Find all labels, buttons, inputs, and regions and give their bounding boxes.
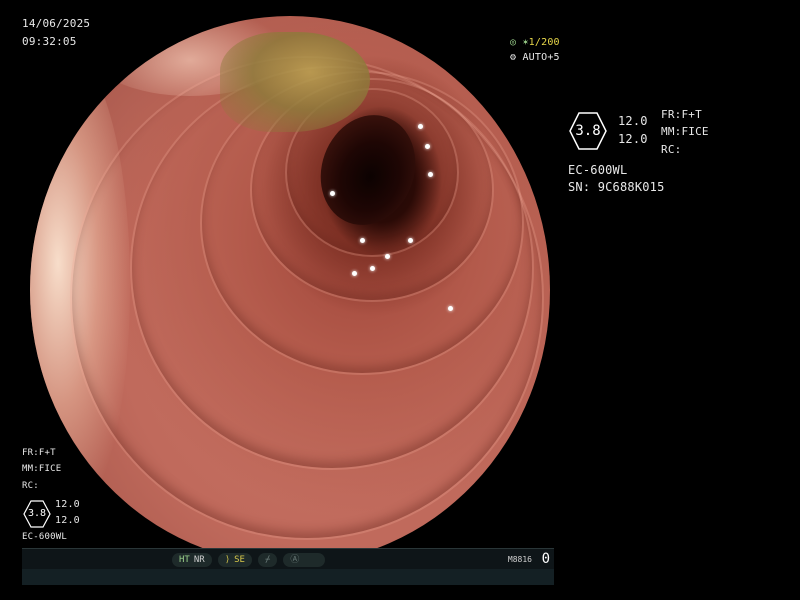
status-bar: HT NR ⟩ SE ⌿ Ⓐ M8816 0 (22, 548, 554, 585)
light-reflection (425, 144, 430, 149)
scope-model-left: EC-600WL (22, 532, 67, 542)
light-reflection (408, 238, 413, 243)
shutter-icon: ◎ ✶ (510, 37, 529, 48)
value-b-left: 12.0 (55, 515, 80, 526)
status-bar-lower (22, 569, 554, 585)
slash-icon: ⌿ (264, 555, 271, 565)
light-reflection (418, 124, 423, 129)
light-reflection (360, 238, 365, 243)
mode-label-left: MM:FICE (22, 464, 62, 474)
time-label: 09:32:05 (22, 35, 77, 48)
rc-label: RC: (661, 143, 682, 156)
value-b: 12.0 (618, 132, 648, 146)
light-reflection (448, 306, 453, 311)
circle-icon: Ⓐ (290, 555, 300, 565)
endoscopic-view (30, 16, 550, 564)
light-reflection (428, 172, 433, 177)
se-indicator: ⟩ SE (217, 553, 252, 567)
iris-icon: ⚙ (510, 52, 523, 63)
iris-readout: ⚙ AUTO+5 (510, 52, 560, 63)
light-reflection (352, 271, 357, 276)
scale-indicator-left: 3.8 (23, 500, 51, 528)
ht-nr-indicator: HT NR (172, 553, 212, 567)
slash-indicator: ⌿ (257, 553, 278, 567)
scale-indicator: 3.8 (568, 111, 608, 151)
light-reflection (330, 191, 335, 196)
date-label: 14/06/2025 (22, 17, 91, 30)
light-reflection (385, 254, 390, 259)
scope-model: EC-600WL (568, 163, 628, 177)
shutter-readout: ◎ ✶1/200 (510, 37, 560, 48)
scope-serial: SN: 9C688K015 (568, 180, 665, 194)
mode-label: MM:FICE (661, 125, 709, 138)
frame-counter: 0 (541, 551, 550, 567)
frame-rate-label-left: FR:F+T (22, 448, 56, 458)
recording-indicator: Ⓐ (283, 553, 326, 567)
status-indicators: HT NR ⟩ SE ⌿ Ⓐ (172, 553, 326, 567)
structure-enhance-icon: ⟩ (224, 555, 231, 565)
frame-rate-label: FR:F+T (661, 108, 702, 121)
value-a: 12.0 (618, 114, 648, 128)
rc-label-left: RC: (22, 481, 39, 491)
device-code: M8816 (507, 555, 532, 564)
light-reflection (370, 266, 375, 271)
value-a-left: 12.0 (55, 499, 80, 510)
